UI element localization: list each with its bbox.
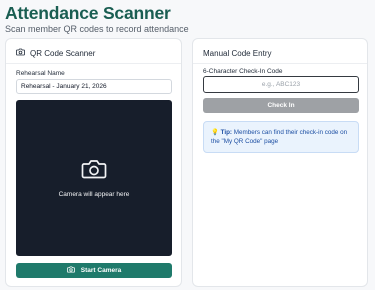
page-title: Attendance Scanner: [5, 3, 171, 23]
page-header: Attendance Scanner Scan member QR codes …: [5, 3, 189, 34]
start-camera-button[interactable]: Start Camera: [16, 263, 172, 278]
tip-label: Tip:: [220, 129, 233, 136]
tip-box: 💡 Tip: Members can find their check-in c…: [203, 121, 359, 153]
camera-icon: [16, 48, 25, 58]
rehearsal-name-input[interactable]: Rehearsal - January 21, 2026: [16, 79, 172, 94]
card-divider: [6, 63, 181, 64]
lightbulb-icon: 💡: [211, 129, 219, 136]
camera-placeholder-text: Camera will appear here: [58, 191, 130, 198]
camera-icon: [81, 158, 107, 185]
manual-entry-card: Manual Code Entry 6-Character Check-In C…: [192, 38, 368, 287]
camera-icon: [66, 266, 75, 275]
rehearsal-name-label: Rehearsal Name: [16, 70, 65, 77]
qr-scanner-card: QR Code Scanner Rehearsal Name Rehearsal…: [5, 38, 182, 287]
qr-scanner-title: QR Code Scanner: [30, 48, 96, 58]
checkin-code-input[interactable]: e.g., ABC123: [203, 76, 359, 93]
check-in-button[interactable]: Check In: [203, 98, 359, 113]
manual-entry-title: Manual Code Entry: [203, 49, 272, 58]
page-subtitle: Scan member QR codes to record attendanc…: [5, 24, 189, 34]
card-divider: [193, 63, 367, 64]
qr-scanner-heading: QR Code Scanner: [16, 48, 95, 58]
checkin-code-label: 6-Character Check-In Code: [203, 68, 283, 75]
tip-text: Members can find their check-in code on …: [211, 129, 348, 145]
camera-preview: Camera will appear here: [16, 100, 172, 256]
start-camera-label: Start Camera: [80, 267, 122, 274]
